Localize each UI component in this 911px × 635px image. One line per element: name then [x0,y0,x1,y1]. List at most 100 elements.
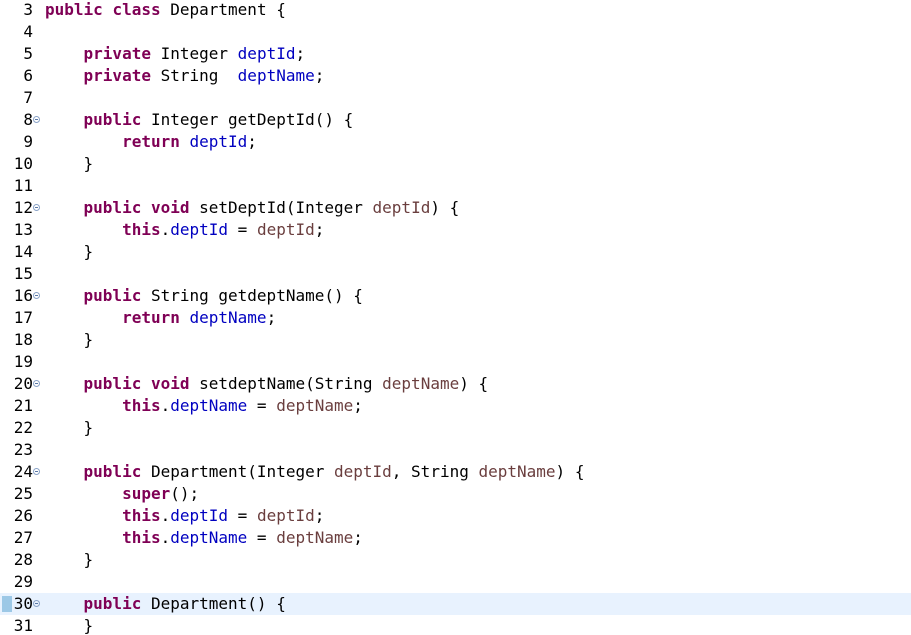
code-line[interactable]: 11 [0,175,911,197]
line-gutter[interactable]: 21 [0,395,44,417]
line-number: 11 [13,176,33,195]
line-number: 29 [13,572,33,591]
code-text[interactable]: this.deptName = deptName; [45,395,363,417]
code-text[interactable]: this.deptId = deptId; [45,219,324,241]
line-gutter[interactable]: 25 [0,483,44,505]
code-token: deptId [170,506,229,525]
code-line[interactable]: 16 public String getdeptName() { [0,285,911,307]
code-text[interactable]: this.deptId = deptId; [45,505,324,527]
line-gutter[interactable]: 13 [0,219,44,241]
code-text[interactable]: public void setdeptName(String deptName)… [45,373,489,395]
code-line[interactable]: 7 [0,87,911,109]
collapse-icon[interactable] [33,292,40,299]
code-line[interactable]: 10 } [0,153,911,175]
line-gutter[interactable]: 19 [0,351,44,373]
code-text[interactable]: public String getdeptName() { [45,285,363,307]
code-line[interactable]: 4 [0,21,911,43]
line-gutter[interactable]: 23 [0,439,44,461]
code-text[interactable]: this.deptName = deptName; [45,527,363,549]
code-line[interactable]: 9 return deptId; [0,131,911,153]
code-line[interactable]: 30 public Department() { [0,593,911,615]
line-gutter[interactable]: 31 [0,615,44,635]
code-token: } [45,418,94,437]
code-line[interactable]: 26 this.deptId = deptId; [0,505,911,527]
code-line[interactable]: 3 public class Department { [0,0,911,21]
line-gutter[interactable]: 10 [0,153,44,175]
code-line[interactable]: 8 public Integer getDeptId() { [0,109,911,131]
line-number: 22 [13,418,33,437]
line-gutter[interactable]: 22 [0,417,44,439]
code-line[interactable]: 24 public Department(Integer deptId, Str… [0,461,911,483]
collapse-icon[interactable] [33,116,40,123]
code-line[interactable]: 22 } [0,417,911,439]
line-gutter[interactable]: 3 [0,0,44,21]
line-gutter[interactable]: 11 [0,175,44,197]
code-line[interactable]: 23 [0,439,911,461]
code-text[interactable]: return deptName; [45,307,276,329]
collapse-icon[interactable] [33,600,40,607]
line-gutter[interactable]: 26 [0,505,44,527]
line-gutter[interactable]: 7 [0,87,44,109]
code-line[interactable]: 19 [0,351,911,373]
code-line[interactable]: 25 super(); [0,483,911,505]
line-gutter[interactable]: 5 [0,43,44,65]
code-editor[interactable]: 3 public class Department {4 5 private Int… [0,0,911,635]
line-gutter[interactable]: 28 [0,549,44,571]
code-text[interactable]: public Department() { [45,593,286,615]
code-text[interactable]: public Department(Integer deptId, String… [45,461,585,483]
collapse-icon[interactable] [33,204,40,211]
line-number: 31 [13,616,33,635]
code-token: public [83,594,142,613]
code-text[interactable]: } [45,549,94,571]
code-text[interactable]: public void setDeptId(Integer deptId) { [45,197,460,219]
code-text[interactable]: private String deptName; [45,65,325,87]
code-text[interactable]: } [45,153,94,175]
line-gutter[interactable]: 20 [0,373,44,395]
code-line[interactable]: 27 this.deptName = deptName; [0,527,911,549]
code-line[interactable]: 29 [0,571,911,593]
collapse-icon[interactable] [33,380,40,387]
code-text[interactable]: } [45,241,94,263]
code-text[interactable]: public Integer getDeptId() { [45,109,354,131]
code-line[interactable]: 6 private String deptName; [0,65,911,87]
line-gutter[interactable]: 18 [0,329,44,351]
code-token: deptId [256,220,315,239]
code-line[interactable]: 12 public void setDeptId(Integer deptId)… [0,197,911,219]
line-gutter[interactable]: 17 [0,307,44,329]
line-gutter[interactable]: 4 [0,21,44,43]
code-line[interactable]: 5 private Integer deptId; [0,43,911,65]
code-text[interactable]: } [45,417,94,439]
code-token: deptId [256,506,315,525]
line-gutter[interactable]: 27 [0,527,44,549]
code-text[interactable]: } [45,615,94,635]
code-line[interactable]: 13 this.deptId = deptId; [0,219,911,241]
code-text[interactable]: super(); [45,483,199,505]
code-line[interactable]: 18 } [0,329,911,351]
code-text[interactable]: public class Department { [45,0,286,21]
code-line[interactable]: 31 } [0,615,911,635]
collapse-icon[interactable] [33,468,40,475]
line-gutter[interactable]: 6 [0,65,44,87]
code-line[interactable]: 17 return deptName; [0,307,911,329]
code-line[interactable]: 14 } [0,241,911,263]
code-token: public [83,198,142,217]
code-line[interactable]: 21 this.deptName = deptName; [0,395,911,417]
line-gutter[interactable]: 14 [0,241,44,263]
line-gutter[interactable]: 29 [0,571,44,593]
line-gutter[interactable]: 8 [0,109,44,131]
line-gutter[interactable]: 16 [0,285,44,307]
code-text[interactable]: private Integer deptId; [45,43,306,65]
code-line[interactable]: 28 } [0,549,911,571]
line-gutter[interactable]: 24 [0,461,44,483]
line-gutter[interactable]: 30 [0,593,44,615]
line-gutter[interactable]: 9 [0,131,44,153]
code-token: } [45,330,94,349]
code-text[interactable]: return deptId; [45,131,257,153]
line-gutter[interactable]: 15 [0,263,44,285]
code-text[interactable]: } [45,329,94,351]
code-line[interactable]: 15 [0,263,911,285]
code-line[interactable]: 20 public void setdeptName(String deptNa… [0,373,911,395]
code-token: . [160,220,171,239]
line-gutter[interactable]: 12 [0,197,44,219]
